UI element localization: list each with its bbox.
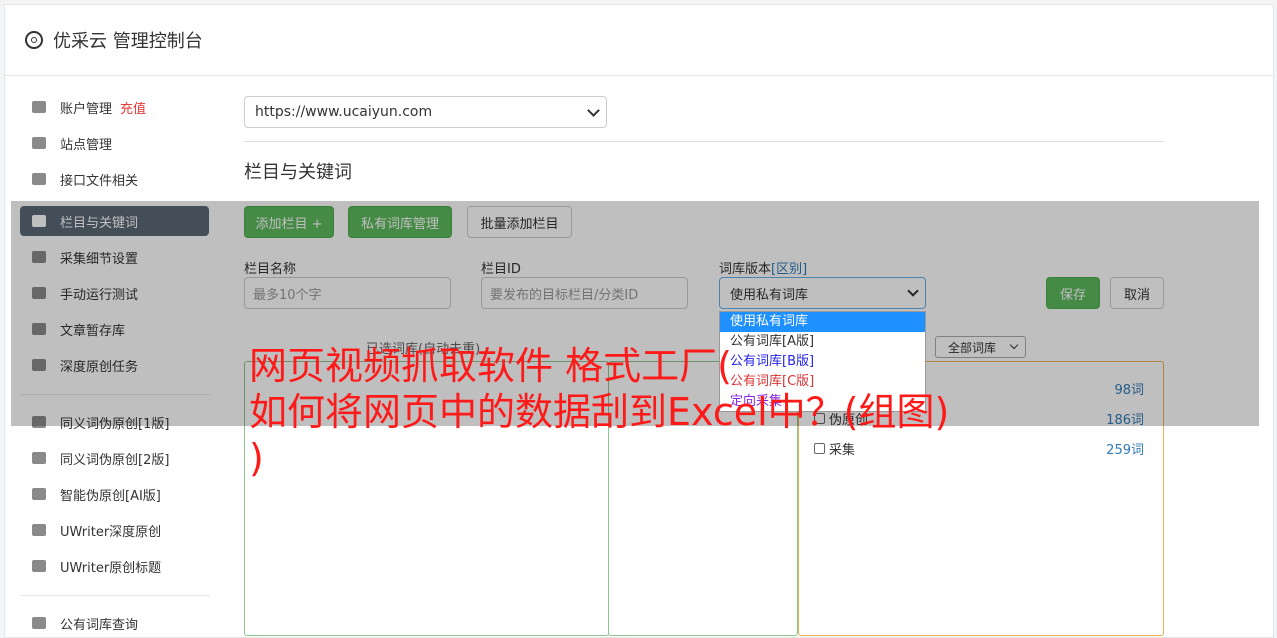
- sidebar-item-label: UWriter原创标题: [60, 560, 162, 576]
- chevron-down-icon: [587, 104, 600, 117]
- cloud-upload-icon: [32, 173, 46, 185]
- sidebar-item-interface[interactable]: 接口文件相关: [20, 164, 209, 194]
- sidebar-item-public-lib[interactable]: 公有词库查询: [20, 608, 209, 638]
- sidebar-item-label: 同义词伪原创[2版]: [60, 452, 170, 468]
- gear-icon: [25, 31, 43, 49]
- bar-chart-icon: [32, 101, 46, 113]
- sidebar-item-ai-rewrite[interactable]: 智能伪原创[AI版]: [20, 479, 209, 509]
- sidebar-item-label: 智能伪原创[AI版]: [60, 488, 161, 504]
- site-select[interactable]: https://www.ucaiyun.com: [244, 96, 607, 128]
- top-bar: 优采云 管理控制台: [5, 5, 1273, 76]
- refresh-icon: [32, 452, 46, 464]
- console-title: 优采云 管理控制台: [53, 31, 203, 52]
- sidebar-item-synonym-v2[interactable]: 同义词伪原创[2版]: [20, 443, 209, 473]
- sidebar-item-uwriter-title[interactable]: UWriter原创标题: [20, 551, 209, 581]
- section-title: 栏目与关键词: [244, 162, 352, 183]
- sidebar-item-sites[interactable]: 站点管理: [20, 128, 209, 158]
- divider: [244, 141, 1164, 142]
- sidebar-item-label: 站点管理: [60, 137, 113, 153]
- sidebar-item-label: UWriter深度原创: [60, 524, 162, 540]
- sidebar-item-label: 接口文件相关: [60, 173, 139, 189]
- site-select-value: https://www.ucaiyun.com: [255, 104, 433, 120]
- sidebar-item-account[interactable]: 账户管理 充值: [20, 92, 209, 122]
- lib-count-3: 259词: [1106, 443, 1144, 458]
- sidebar-item-label: 公有词库查询: [60, 617, 139, 633]
- version-option[interactable]: 使用私有词库: [720, 312, 925, 332]
- refresh-icon: [32, 488, 46, 500]
- sidebar-item-label: 账户管理: [60, 101, 113, 117]
- sidebar-item-uwriter-original[interactable]: UWriter深度原创: [20, 515, 209, 545]
- recharge-link[interactable]: 充值: [120, 98, 146, 117]
- server-icon: [32, 137, 46, 149]
- sidebar-divider: [20, 595, 210, 596]
- brand: 优采云 管理控制台: [25, 27, 203, 53]
- book-icon: [32, 617, 46, 629]
- edit-icon: [32, 560, 46, 572]
- overlay-headline: 网页视频抓取软件 格式工厂( 如何将网页中的数据刮到Excel中？(组图) ): [249, 344, 950, 480]
- edit-icon: [32, 524, 46, 536]
